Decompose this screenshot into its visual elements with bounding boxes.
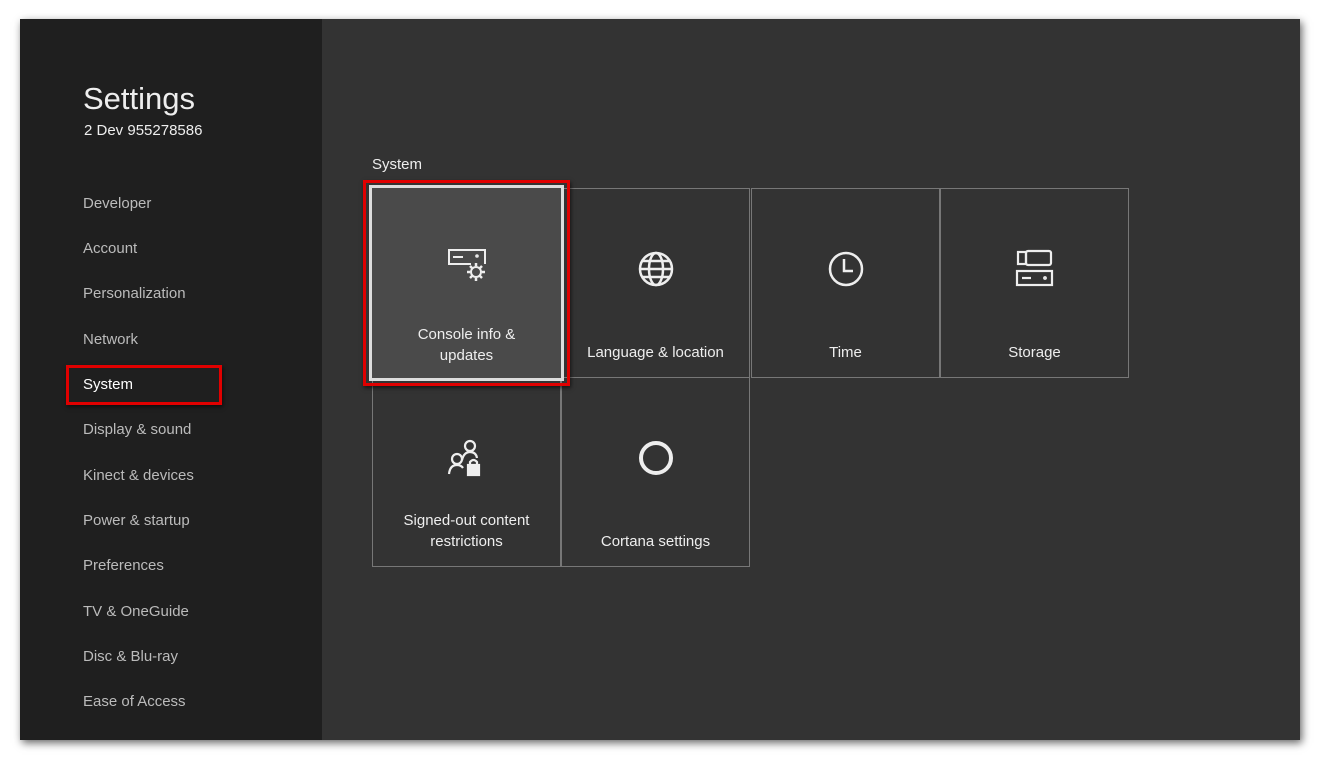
gamertag: 2 Dev 955278586 xyxy=(84,122,203,139)
settings-window: Settings 2 Dev 955278586 Developer Accou… xyxy=(20,19,1300,740)
tile-signed-out-restrictions[interactable]: Signed-out content restrictions xyxy=(372,377,561,567)
storage-icon xyxy=(1015,249,1053,287)
tile-label: Cortana settings xyxy=(600,533,711,550)
sidebar: Settings 2 Dev 955278586 Developer Accou… xyxy=(20,19,322,740)
tile-label: Signed-out content restrictions xyxy=(403,512,530,550)
tile-language-location[interactable]: Language & location xyxy=(561,188,750,378)
sidebar-item-personalization[interactable]: Personalization xyxy=(83,285,186,302)
page-title: Settings xyxy=(83,81,196,116)
sidebar-item-kinect-devices[interactable]: Kinect & devices xyxy=(83,467,194,484)
sidebar-item-display-sound[interactable]: Display & sound xyxy=(83,421,191,438)
sidebar-item-account[interactable]: Account xyxy=(83,240,137,257)
sidebar-item-power-startup[interactable]: Power & startup xyxy=(83,512,190,529)
tile-label: Language & location xyxy=(587,344,724,361)
cortana-icon xyxy=(638,441,673,475)
tile-label: Storage xyxy=(1008,344,1061,361)
sidebar-item-disc-bluray[interactable]: Disc & Blu-ray xyxy=(83,648,178,665)
highlight-box-system xyxy=(66,365,222,405)
section-title: System xyxy=(372,156,423,173)
tile-cortana-settings[interactable]: Cortana settings xyxy=(561,377,750,567)
sidebar-item-tv-oneguide[interactable]: TV & OneGuide xyxy=(83,603,189,620)
sidebar-item-developer[interactable]: Developer xyxy=(83,195,151,212)
sidebar-item-network[interactable]: Network xyxy=(83,331,138,348)
tile-storage[interactable]: Storage xyxy=(940,188,1129,378)
tile-time[interactable]: Time xyxy=(751,188,940,378)
clock-icon xyxy=(828,251,863,287)
users-lock-icon xyxy=(447,439,480,477)
sidebar-item-preferences[interactable]: Preferences xyxy=(83,557,164,574)
globe-icon xyxy=(638,251,673,287)
tile-label: Time xyxy=(829,344,862,361)
sidebar-item-ease-of-access[interactable]: Ease of Access xyxy=(83,693,186,710)
highlight-box-console-info xyxy=(363,180,570,386)
